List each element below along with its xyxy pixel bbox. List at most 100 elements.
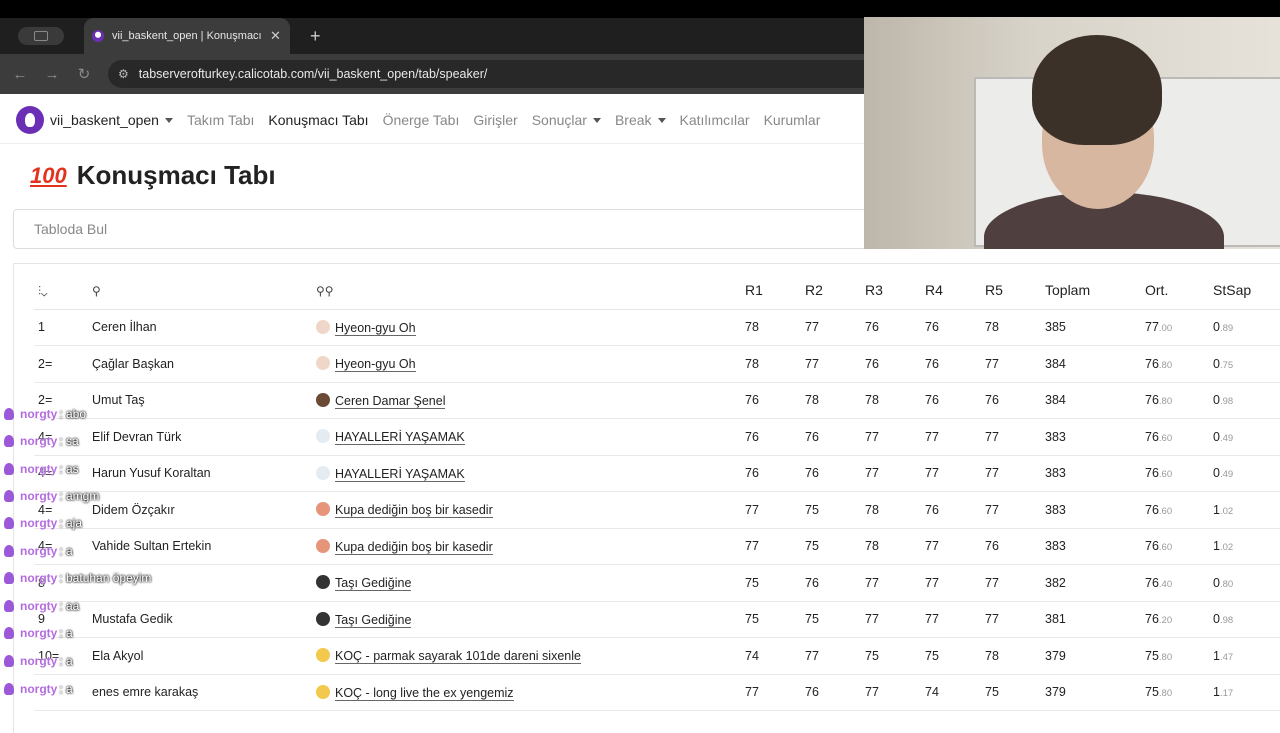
team-emoji-icon <box>316 319 330 334</box>
team-link[interactable]: HAYALLERİ YAŞAMAK <box>335 466 465 482</box>
screen-top-bar <box>0 0 1280 18</box>
speaker-name-cell: Mustafa Gedik <box>92 601 316 638</box>
chat-message: norgty: abo <box>4 407 86 421</box>
team-link[interactable]: Kupa dediğin boş bir kasedir <box>335 539 493 555</box>
table-row: 9 Mustafa Gedik Taşı Gediğine 75 75 77 77 77 381… <box>34 601 1280 638</box>
rank-sort-header[interactable]: ⫶⌄ <box>34 272 92 310</box>
round-score-cell: 78 <box>985 637 1045 675</box>
team-link[interactable]: Ceren Damar Şenel <box>335 393 446 409</box>
r1-header[interactable]: R1 <box>745 272 805 310</box>
stdev-cell: 1.47 <box>1213 637 1280 675</box>
chat-username: norgty <box>20 682 58 696</box>
chat-text: : a <box>59 682 73 696</box>
team-header[interactable]: ⚲⚲ <box>316 272 745 310</box>
speaker-header[interactable]: ⚲ <box>92 272 316 310</box>
total-cell: 383 <box>1045 528 1145 565</box>
tabbycat-logo-icon[interactable] <box>16 105 44 134</box>
team-link[interactable]: HAYALLERİ YAŞAMAK <box>335 430 465 446</box>
team-link[interactable]: KOÇ - long live the ex yengemiz <box>335 685 514 701</box>
stdev-header[interactable]: StSap <box>1213 272 1280 310</box>
round-score-cell: 77 <box>925 418 985 456</box>
team-link[interactable]: Hyeon-gyu Oh <box>335 320 416 336</box>
site-navbar: vii_baskent_open Takım Tabı Konuşmacı Ta… <box>0 96 864 144</box>
table-row: 8 Taşı Gediğine 75 76 77 77 77 382 76.40 0.80 <box>34 564 1280 602</box>
team-link[interactable]: Taşı Gediğine <box>335 576 412 592</box>
average-cell: 76.20 <box>1145 601 1213 638</box>
team-link[interactable]: Kupa dediğin boş bir kasedir <box>335 503 493 519</box>
total-header[interactable]: Toplam <box>1045 272 1145 310</box>
team-cell: HAYALLERİ YAŞAMAK <box>316 418 745 456</box>
nav-draws[interactable]: Girişler <box>473 112 517 128</box>
round-score-cell: 77 <box>865 418 925 456</box>
rank-sort-icon: ⫶⌄ <box>38 283 48 298</box>
url-field[interactable]: ⚙ tabserverofturkey.calicotab.com/vii_ba… <box>108 60 864 88</box>
rank-cell: 1 <box>34 309 92 346</box>
tournament-menu[interactable]: vii_baskent_open <box>50 112 173 128</box>
r2-header[interactable]: R2 <box>805 272 865 310</box>
round-score-cell: 77 <box>865 674 925 711</box>
table-row: 4= Vahide Sultan Ertekin Kupa dediğin boş … <box>34 528 1280 565</box>
team-emoji-icon <box>316 465 330 480</box>
stdev-cell-integer: 0 <box>1213 429 1220 444</box>
favicon-icon <box>92 30 104 42</box>
r3-header[interactable]: R3 <box>865 272 925 310</box>
nav-participants[interactable]: Katılımcılar <box>680 112 750 128</box>
table-row: enes emre karakaş KOÇ - long live the ex … <box>34 674 1280 711</box>
brand-label: vii_baskent_open <box>50 111 159 128</box>
round-score-cell: 75 <box>805 601 865 638</box>
forward-icon[interactable]: → <box>36 66 68 83</box>
nav-motion-tab[interactable]: Önerge Tabı <box>383 112 460 128</box>
average-cell-decimal: .60 <box>1158 432 1173 444</box>
nav-institutions[interactable]: Kurumlar <box>764 112 821 128</box>
round-score-cell: 77 <box>985 455 1045 492</box>
average-header[interactable]: Ort. <box>1145 272 1213 310</box>
nav-results-menu[interactable]: Sonuçlar <box>532 112 601 128</box>
average-cell-decimal: .80 <box>1158 359 1173 371</box>
nav-results-label: Sonuçlar <box>531 111 587 128</box>
table-row: 2= Umut Taş Ceren Damar Şenel 76 78 78 76 76 384… <box>34 382 1280 419</box>
close-tab-icon[interactable]: ✕ <box>270 28 281 44</box>
tab-search-button[interactable] <box>18 27 64 45</box>
chat-badge-icon <box>4 600 14 612</box>
chat-username: norgty <box>20 571 58 585</box>
stdev-cell: 1.02 <box>1213 528 1280 565</box>
reload-icon[interactable]: ↻ <box>68 65 100 83</box>
team-emoji-icon <box>316 684 330 699</box>
stdev-cell-decimal: .02 <box>1219 542 1234 554</box>
streamer-hair <box>1032 35 1162 145</box>
average-cell-integer: 76 <box>1145 429 1159 444</box>
stdev-cell: 0.49 <box>1213 418 1280 456</box>
total-cell: 383 <box>1045 418 1145 456</box>
rank-cell: 2= <box>34 345 92 383</box>
team-link[interactable]: Hyeon-gyu Oh <box>335 357 416 373</box>
chat-username: norgty <box>20 434 58 448</box>
stdev-cell-integer: 1 <box>1213 502 1220 517</box>
nav-speaker-tab[interactable]: Konuşmacı Tabı <box>268 112 368 128</box>
team-cell: Kupa dediğin boş bir kasedir <box>316 528 745 565</box>
site-info-icon[interactable]: ⚙ <box>118 67 129 81</box>
r4-header[interactable]: R4 <box>925 272 985 310</box>
table-search-input[interactable] <box>13 209 893 249</box>
nav-team-tab[interactable]: Takım Tabı <box>187 112 254 128</box>
new-tab-icon[interactable]: + <box>310 26 321 47</box>
round-score-cell: 77 <box>925 455 985 492</box>
round-score-cell: 76 <box>985 382 1045 419</box>
back-icon[interactable]: ← <box>4 66 36 83</box>
round-score-cell: 77 <box>805 345 865 383</box>
tab-title: vii_baskent_open | Konuşmacı Tabı <box>112 30 262 42</box>
browser-tab[interactable]: vii_baskent_open | Konuşmacı Tabı ✕ <box>84 18 290 54</box>
chat-text: : a <box>59 654 73 668</box>
team-cell: Ceren Damar Şenel <box>316 382 745 419</box>
team-link[interactable]: KOÇ - parmak sayarak 101de dareni sixenl… <box>335 649 581 665</box>
speaker-name-cell: Çağlar Başkan <box>92 345 316 383</box>
speaker-name-cell: Vahide Sultan Ertekin <box>92 528 316 565</box>
r5-header[interactable]: R5 <box>985 272 1045 310</box>
round-score-cell: 76 <box>805 674 865 711</box>
chat-message: norgty: a <box>4 626 73 640</box>
team-link[interactable]: Taşı Gediğine <box>335 612 412 628</box>
round-score-cell: 75 <box>925 637 985 675</box>
chat-message: norgty: aa <box>4 599 79 613</box>
nav-break-menu[interactable]: Break <box>615 112 666 128</box>
stdev-cell-integer: 0 <box>1213 466 1220 481</box>
stdev-cell-decimal: .80 <box>1219 578 1234 590</box>
